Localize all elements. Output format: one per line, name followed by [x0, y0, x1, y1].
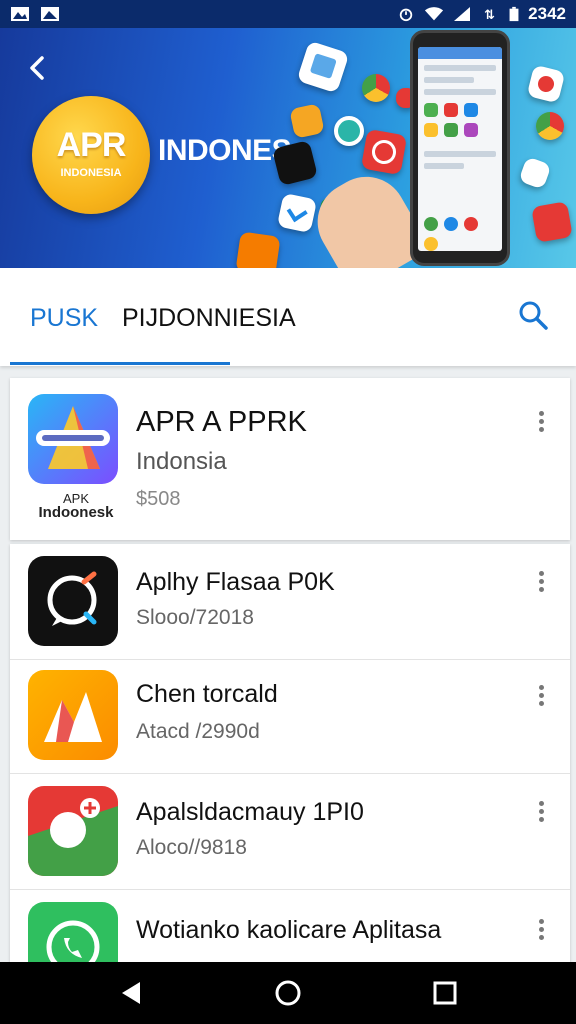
app-title: Wotianko kaolicare Aplitasa	[136, 916, 442, 944]
chat-search-app-icon	[28, 556, 118, 646]
featured-caption-line2: Indoonesk	[38, 504, 114, 521]
app-subtitle: Aloco//9818	[136, 836, 247, 859]
floating-app-icon	[276, 192, 318, 234]
floating-app-icon	[526, 64, 566, 104]
maps-app-icon	[28, 786, 118, 876]
status-bar: ⇅ 2342	[0, 0, 576, 28]
floating-chrome-icon	[536, 112, 564, 140]
header-banner: APR INDONESIA INDONES	[0, 28, 576, 268]
more-options-icon[interactable]	[532, 916, 550, 946]
tab-bar: PUSK PIJDONNIESIA	[0, 268, 576, 366]
status-time: 2342	[528, 4, 566, 23]
featured-app-graphic-icon	[36, 406, 110, 469]
signal-icon	[454, 7, 471, 21]
search-icon[interactable]	[516, 298, 550, 332]
battery-icon	[509, 6, 519, 22]
notification-image-icon	[41, 7, 59, 21]
app-list: Aplhy Flasaa P0K Slooo/72018 Chen torcal…	[10, 544, 570, 992]
floating-app-icon	[296, 40, 350, 94]
app-title: Apalsldacmauy 1PI0	[136, 798, 364, 826]
logo-main-text: APR	[56, 126, 127, 164]
chart-app-icon	[28, 670, 118, 760]
list-item[interactable]: Aplhy Flasaa P0K Slooo/72018	[10, 544, 570, 660]
featured-app-price: $508	[136, 488, 181, 510]
banner-title: INDONES	[158, 134, 292, 167]
floating-app-icon	[235, 231, 281, 268]
alarm-icon	[399, 8, 413, 22]
back-arrow-icon[interactable]	[20, 50, 56, 86]
app-subtitle: Slooo/72018	[136, 606, 254, 629]
tab-indonesia[interactable]: PIJDONNIESIA	[122, 304, 296, 333]
active-tab-indicator	[10, 362, 230, 365]
nav-back-icon[interactable]	[116, 978, 146, 1008]
logo-sub-text: INDONESIA	[60, 167, 122, 179]
floating-chrome-icon	[362, 74, 390, 102]
featured-app-title: APR A PPRK	[136, 406, 307, 438]
floating-app-icon	[271, 139, 319, 187]
featured-app-card[interactable]: APK Indoonesk APR A PPRK Indonsia $508	[10, 378, 570, 540]
phone-graphic	[410, 30, 510, 266]
floating-app-icon	[531, 201, 573, 243]
svg-text:⇅: ⇅	[484, 8, 495, 22]
featured-app-subtitle: Indonsia	[136, 448, 227, 475]
list-item[interactable]: Chen torcald Atacd /2990d	[10, 658, 570, 774]
app-logo: APR INDONESIA	[32, 96, 150, 214]
tab-pusk[interactable]: PUSK	[30, 304, 98, 333]
floating-app-icon	[289, 103, 325, 139]
wifi-icon	[425, 7, 444, 21]
nav-recents-icon[interactable]	[430, 978, 460, 1008]
list-item[interactable]: Apalsldacmauy 1PI0 Aloco//9818	[10, 774, 570, 890]
featured-icon-caption: APK Indoonesk	[26, 492, 126, 521]
notification-image-icon	[11, 7, 29, 21]
app-title: Chen torcald	[136, 680, 278, 708]
floating-app-icon	[334, 116, 364, 146]
featured-app-icon	[28, 394, 118, 484]
floating-app-icon	[518, 156, 552, 190]
app-subtitle: Atacd /2990d	[136, 720, 260, 743]
more-options-icon[interactable]	[532, 798, 550, 828]
more-options-icon[interactable]	[532, 682, 550, 712]
app-title: Aplhy Flasaa P0K	[136, 568, 335, 596]
nav-home-icon[interactable]	[273, 978, 303, 1008]
more-options-icon[interactable]	[532, 568, 550, 598]
floating-camera-icon	[360, 128, 408, 176]
system-nav-bar	[0, 962, 576, 1024]
more-options-icon[interactable]	[532, 408, 550, 438]
data-icon: ⇅	[484, 8, 495, 22]
